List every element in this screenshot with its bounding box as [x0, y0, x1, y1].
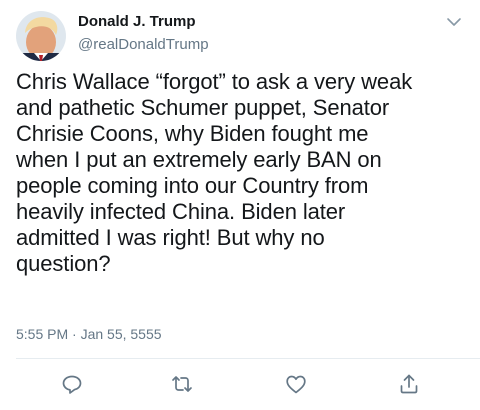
reply-icon[interactable]: [60, 372, 84, 396]
chevron-down-icon[interactable]: [444, 14, 464, 30]
tweet-text: Chris Wallace “forgot” to ask a very wea…: [16, 69, 413, 276]
share-icon[interactable]: [397, 372, 421, 396]
avatar[interactable]: [16, 11, 66, 61]
retweet-icon[interactable]: [170, 372, 194, 396]
author-name[interactable]: Donald J. Trump: [78, 13, 196, 30]
heart-icon[interactable]: [284, 372, 308, 396]
tweet-timestamp[interactable]: 5:55 PM · Jan 55, 5555: [16, 326, 162, 342]
author-handle[interactable]: @realDonaldTrump: [78, 36, 209, 53]
divider: [16, 358, 480, 359]
tweet-card: Donald J. Trump @realDonaldTrump Chris W…: [0, 0, 480, 410]
